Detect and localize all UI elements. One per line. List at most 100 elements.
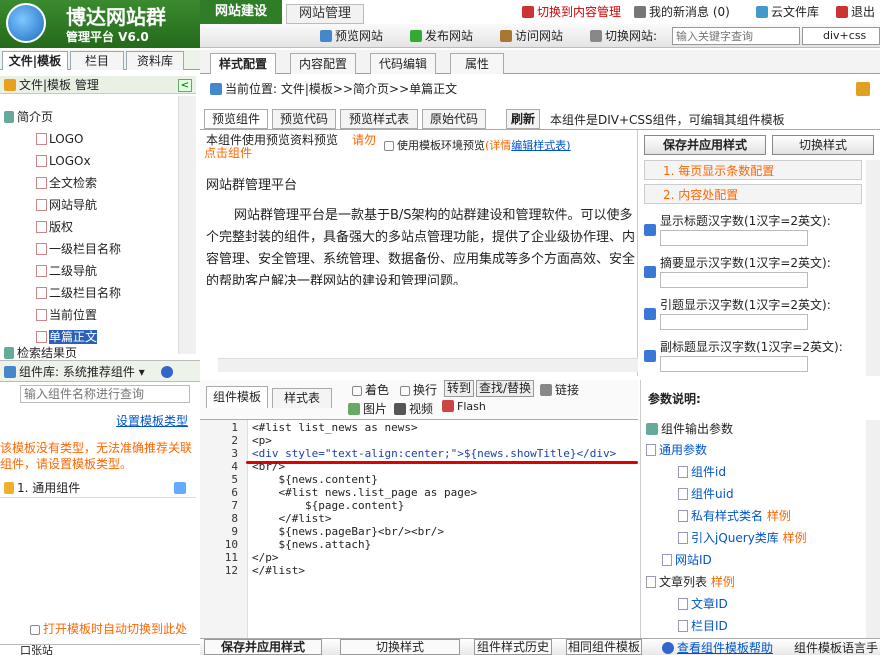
help-icon[interactable] [160, 366, 173, 378]
doc-icon [678, 532, 688, 544]
scroll-down-icon[interactable] [174, 482, 186, 494]
tree-item-parent[interactable]: 简介页 [4, 106, 53, 128]
param-title: 参数说明: [648, 392, 701, 406]
set-template-type-link[interactable]: 设置模板类型 [116, 412, 188, 429]
config-input[interactable] [660, 356, 808, 372]
code-line: <p> [252, 434, 272, 447]
image-button[interactable]: 图片 [348, 400, 387, 417]
component-group-item[interactable]: 1. 通用组件 [0, 478, 196, 498]
flash-button[interactable]: Flash [442, 400, 486, 413]
auto-switch-toggle[interactable]: 打开模板时自动切换到此处 [30, 620, 187, 637]
line-number: 8 [231, 512, 238, 525]
tab-site-build[interactable]: 网站建设 [200, 0, 282, 24]
cloud-library-link[interactable]: 云文件库 [756, 2, 819, 22]
template-help-link[interactable]: 查看组件模板帮助 [662, 639, 773, 655]
param-item[interactable]: 组件id [678, 461, 726, 483]
param-item[interactable]: 网站ID [662, 549, 712, 571]
brand-subtitle: 管理平台 V6.0 [66, 30, 149, 44]
tab-site-manage[interactable]: 网站管理 [286, 4, 364, 24]
preview-title: 网站群管理平台 [206, 178, 298, 193]
edit-style-link[interactable]: 编辑样式表) [511, 139, 570, 152]
doc-icon [678, 510, 688, 522]
param-group-articles[interactable]: 文章列表 样例 [646, 571, 735, 593]
video-button[interactable]: 视频 [394, 400, 433, 417]
config-scrollbar[interactable] [866, 160, 880, 376]
file-template-header: 文件|模板 管理 [0, 76, 196, 94]
tab-file-template[interactable]: 文件|模板 [2, 51, 68, 70]
env-preview-toggle[interactable]: 使用模板环境预览(详情编辑样式表) [384, 137, 571, 153]
goto-button[interactable]: 转到 [444, 380, 475, 397]
switch-site-icon [590, 30, 602, 42]
preview-hscroll[interactable] [218, 358, 638, 372]
param-item[interactable]: 引入jQuery类库 样例 [678, 527, 807, 549]
visit-site-link[interactable]: 访问网站 [500, 27, 563, 45]
doc-icon [678, 488, 688, 500]
param-item[interactable]: 文章ID [678, 593, 728, 615]
switch-content-link[interactable]: 切换到内容管理 [522, 2, 621, 22]
tab-resource[interactable]: 资料库 [126, 51, 184, 70]
up-arrow-icon[interactable] [856, 82, 870, 96]
switch-style-bottom-button[interactable]: 切换样式 [340, 639, 460, 655]
tab-style-config[interactable]: 样式配置 [210, 53, 276, 74]
save-apply-bottom-button[interactable]: 保存并应用样式 [204, 639, 322, 655]
param-item[interactable]: 组件uid [678, 483, 734, 505]
tree-item[interactable]: LOGOx [36, 150, 176, 172]
config-input[interactable] [660, 314, 808, 330]
code-line-highlighted: <div style="text-align:center;">${news.s… [252, 447, 617, 460]
tab-stylesheet[interactable]: 样式表 [272, 388, 332, 408]
toggle-color[interactable]: 着色 [352, 381, 389, 398]
tree-item[interactable]: 网站导航 [36, 194, 176, 216]
site-select[interactable]: div+css [802, 27, 880, 45]
tree-item-next[interactable]: 检索结果页 [4, 346, 77, 360]
line-number: 3 [231, 447, 238, 460]
tree-item[interactable]: 版权 [36, 216, 176, 238]
save-apply-style-button[interactable]: 保存并应用样式 [644, 135, 766, 155]
config-input[interactable] [660, 272, 808, 288]
tree-item[interactable]: 二级导航 [36, 260, 176, 282]
messages-link[interactable]: 我的新消息 (0) [634, 2, 730, 22]
publish-site-link[interactable]: 发布网站 [410, 27, 473, 45]
toggle-wrap[interactable]: 换行 [400, 381, 437, 398]
logout-icon [836, 6, 848, 18]
tree-scrollbar[interactable] [178, 96, 196, 354]
tab-code-edit[interactable]: 代码编辑 [370, 53, 436, 74]
tree-item[interactable]: 二级栏目名称 [36, 282, 176, 304]
template-file-icon [36, 331, 47, 343]
line-number: 11 [224, 551, 238, 564]
config-section-pagesize[interactable]: 1. 每页显示条数配置 [644, 160, 862, 180]
switch-style-button[interactable]: 切换样式 [772, 135, 874, 155]
tree-item[interactable]: 一级栏目名称 [36, 238, 176, 260]
param-item[interactable]: 私有样式类名 样例 [678, 505, 791, 527]
tree-item[interactable]: 全文检索 [36, 172, 176, 194]
tab-content-config[interactable]: 内容配置 [290, 53, 356, 74]
find-replace-button[interactable]: 查找/替换 [476, 380, 535, 397]
component-search-input[interactable] [20, 385, 190, 403]
tree-item[interactable]: LOGO [36, 128, 176, 150]
refresh-button[interactable]: 刷新 [506, 109, 540, 129]
same-template-button[interactable]: 相同组件模板 [566, 639, 642, 655]
tab-preview-code[interactable]: 预览代码 [272, 109, 336, 129]
logout-link[interactable]: 退出 [836, 2, 875, 22]
config-input[interactable] [660, 230, 808, 246]
tab-properties[interactable]: 属性 [450, 53, 504, 74]
tree-item[interactable]: 当前位置 [36, 304, 176, 326]
tab-raw-code[interactable]: 原始代码 [422, 109, 486, 129]
link-button[interactable]: 链接 [540, 381, 579, 398]
library-select[interactable]: 系统推荐组件 [63, 365, 135, 379]
preview-site-link[interactable]: 预览网站 [320, 27, 383, 45]
param-root[interactable]: 组件输出参数 [646, 418, 733, 440]
style-history-button[interactable]: 组件样式历史 [474, 639, 552, 655]
config-section-content[interactable]: 2. 内容处配置 [644, 184, 862, 204]
param-scrollbar[interactable] [866, 420, 880, 638]
left-bottom-item[interactable]: 口张站 [0, 644, 200, 655]
tab-preview-component[interactable]: 预览组件 [204, 109, 268, 129]
param-item[interactable]: 栏目ID [678, 615, 728, 637]
template-language-link[interactable]: 组件模板语言手 [794, 639, 880, 655]
collapse-left-icon[interactable]: < [178, 79, 192, 92]
tab-component-template[interactable]: 组件模板 [206, 386, 268, 408]
tab-preview-stylesheet[interactable]: 预览样式表 [340, 109, 418, 129]
site-search-input[interactable] [672, 27, 800, 45]
tab-column[interactable]: 栏目 [70, 51, 124, 70]
param-group-common[interactable]: 通用参数 [646, 439, 707, 461]
tree-item-selected[interactable]: 单篇正文 [36, 326, 176, 348]
